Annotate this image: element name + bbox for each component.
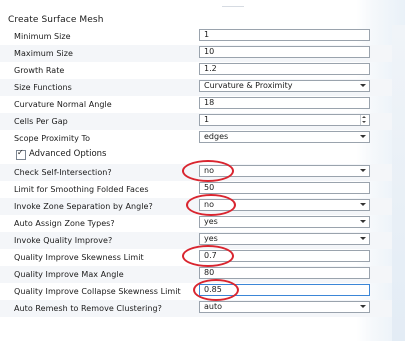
maximum-size-input[interactable]: 10: [199, 46, 370, 58]
size-functions-dropdown[interactable]: Curvature & Proximity: [199, 80, 370, 92]
check-self-intersection-label: Check Self-Intersection?: [14, 168, 112, 177]
minimum-size-input[interactable]: 1: [199, 29, 370, 41]
curvature-normal-angle-label: Curvature Normal Angle: [14, 100, 112, 109]
cells-per-gap-spinbox[interactable]: 1: [199, 114, 370, 126]
auto-remesh-clustering-dropdown[interactable]: auto: [199, 301, 370, 313]
zone-separation-by-angle-dropdown[interactable]: no: [199, 199, 370, 211]
zone-separation-by-angle-label: Invoke Zone Separation by Angle?: [14, 202, 153, 211]
row-collapse-skewness-limit: Quality Improve Collapse Skewness Limit …: [0, 283, 392, 300]
auto-assign-zone-types-label: Auto Assign Zone Types?: [14, 219, 115, 228]
collapse-skewness-limit-label: Quality Improve Collapse Skewness Limit: [14, 287, 181, 296]
size-functions-label: Size Functions: [14, 83, 72, 92]
row-quality-improve-max-angle: Quality Improve Max Angle 80: [0, 266, 392, 283]
row-minimum-size: Minimum Size 1: [0, 28, 392, 45]
quality-improve-skewness-limit-label: Quality Improve Skewness Limit: [14, 253, 144, 262]
row-size-functions: Size Functions Curvature & Proximity: [0, 79, 392, 96]
row-limit-smoothing-folded-faces: Limit for Smoothing Folded Faces 50: [0, 181, 392, 198]
row-invoke-quality-improve: Invoke Quality Improve? yes: [0, 232, 392, 249]
row-cells-per-gap: Cells Per Gap 1: [0, 113, 392, 130]
invoke-quality-improve-dropdown[interactable]: yes: [199, 233, 370, 245]
growth-rate-input[interactable]: 1.2: [199, 63, 370, 75]
row-zone-separation-by-angle: Invoke Zone Separation by Angle? no: [0, 198, 392, 215]
quality-improve-max-angle-label: Quality Improve Max Angle: [14, 270, 124, 279]
advanced-options-toggle[interactable]: Advanced Options: [8, 147, 208, 163]
growth-rate-label: Growth Rate: [14, 66, 65, 75]
quality-improve-skewness-limit-input[interactable]: 0.7: [199, 250, 370, 262]
cells-per-gap-value: 1: [204, 115, 210, 124]
row-growth-rate: Growth Rate 1.2: [0, 62, 392, 79]
row-check-self-intersection: Check Self-Intersection? no: [0, 164, 392, 181]
row-quality-improve-skewness-limit: Quality Improve Skewness Limit 0.7: [0, 249, 392, 266]
scope-proximity-to-dropdown[interactable]: edges: [199, 131, 370, 143]
side-strip: [392, 25, 405, 341]
row-auto-remesh-clustering: Auto Remesh to Remove Clustering? auto: [0, 300, 392, 317]
minimum-size-label: Minimum Size: [14, 32, 71, 41]
invoke-quality-improve-label: Invoke Quality Improve?: [14, 236, 113, 245]
panel-title: Create Surface Mesh: [8, 15, 104, 25]
check-self-intersection-dropdown[interactable]: no: [199, 165, 370, 177]
create-surface-mesh-panel: Create Surface Mesh Minimum Size 1 Maxim…: [0, 0, 405, 341]
collapse-skewness-limit-input[interactable]: 0.85: [199, 284, 370, 296]
maximum-size-label: Maximum Size: [14, 49, 73, 58]
advanced-options-checkbox[interactable]: [16, 148, 26, 160]
advanced-options-label: Advanced Options: [29, 149, 107, 159]
limit-smoothing-folded-faces-label: Limit for Smoothing Folded Faces: [14, 185, 149, 194]
row-scope-proximity-to: Scope Proximity To edges: [0, 130, 392, 147]
auto-remesh-clustering-label: Auto Remesh to Remove Clustering?: [14, 304, 162, 313]
row-maximum-size: Maximum Size 10: [0, 45, 392, 62]
window-edge: [222, 6, 244, 7]
quality-improve-max-angle-input[interactable]: 80: [199, 267, 370, 279]
cells-per-gap-label: Cells Per Gap: [14, 117, 68, 126]
row-curvature-normal-angle: Curvature Normal Angle 18: [0, 96, 392, 113]
auto-assign-zone-types-dropdown[interactable]: yes: [199, 216, 370, 228]
scope-proximity-to-label: Scope Proximity To: [14, 134, 91, 143]
row-auto-assign-zone-types: Auto Assign Zone Types? yes: [0, 215, 392, 232]
limit-smoothing-folded-faces-input[interactable]: 50: [199, 182, 370, 194]
spin-down-icon[interactable]: [360, 120, 369, 125]
curvature-normal-angle-input[interactable]: 18: [199, 97, 370, 109]
